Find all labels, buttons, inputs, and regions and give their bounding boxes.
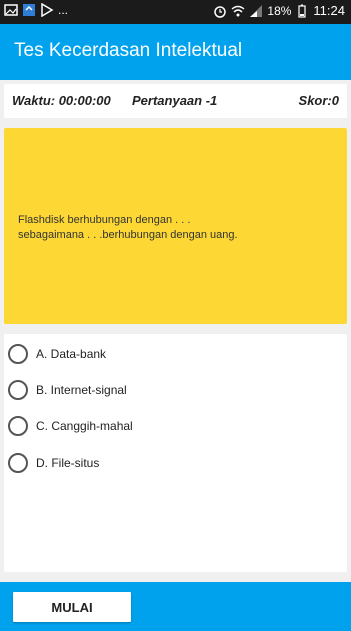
question-line-2: sebagaimana . . .berhubungan dengan uang…: [18, 229, 238, 241]
option-d[interactable]: D. File-situs: [8, 450, 308, 476]
play-icon: [41, 3, 54, 17]
signal-icon: [250, 4, 263, 17]
radio-button-icon[interactable]: [8, 416, 28, 436]
question-text: Flashdisk berhubungan dengan . . . sebag…: [18, 213, 338, 243]
answer-options: A. Data-bank B. Internet-signal C. Cangg…: [4, 334, 347, 572]
option-label: C. Canggih-mahal: [36, 419, 133, 433]
score-label: Skor:0: [298, 93, 339, 108]
option-label: D. File-situs: [36, 456, 100, 470]
timer-label: Waktu: 00:00:00: [12, 93, 111, 108]
radio-button-icon[interactable]: [8, 380, 28, 400]
radio-button-icon[interactable]: [8, 453, 28, 473]
app-bar: Tes Kecerdasan Intelektual: [0, 24, 351, 80]
start-button[interactable]: MULAI: [13, 592, 131, 622]
battery-icon: [298, 4, 307, 18]
alarm-icon: [214, 5, 227, 18]
quiz-info-bar: Waktu: 00:00:00 Pertanyaan -1 Skor:0: [4, 84, 347, 118]
option-label: B. Internet-signal: [36, 383, 127, 397]
more-notifications: ...: [58, 3, 69, 17]
wifi-icon: [231, 5, 245, 16]
option-label: A. Data-bank: [36, 347, 107, 361]
system-icons: 18% 11:24: [213, 3, 345, 18]
battery-percent: 18%: [267, 3, 292, 18]
clock: 11:24: [313, 3, 345, 18]
page-title: Tes Kecerdasan Intelektual: [14, 40, 243, 61]
option-a[interactable]: A. Data-bank: [8, 341, 308, 367]
question-number-label: Pertanyaan -1: [132, 93, 218, 108]
gallery-icon: [4, 4, 18, 16]
box-icon: [23, 4, 35, 16]
option-c[interactable]: C. Canggih-mahal: [8, 413, 308, 439]
bottom-bar: MULAI: [0, 582, 351, 631]
notification-icons: ...: [4, 3, 68, 17]
question-card: Flashdisk berhubungan dengan . . . sebag…: [4, 128, 347, 324]
question-line-1: Flashdisk berhubungan dengan . . .: [18, 214, 191, 226]
status-bar: ... 18% 11:24: [0, 0, 351, 24]
option-b[interactable]: B. Internet-signal: [8, 377, 308, 403]
radio-button-icon[interactable]: [8, 344, 28, 364]
